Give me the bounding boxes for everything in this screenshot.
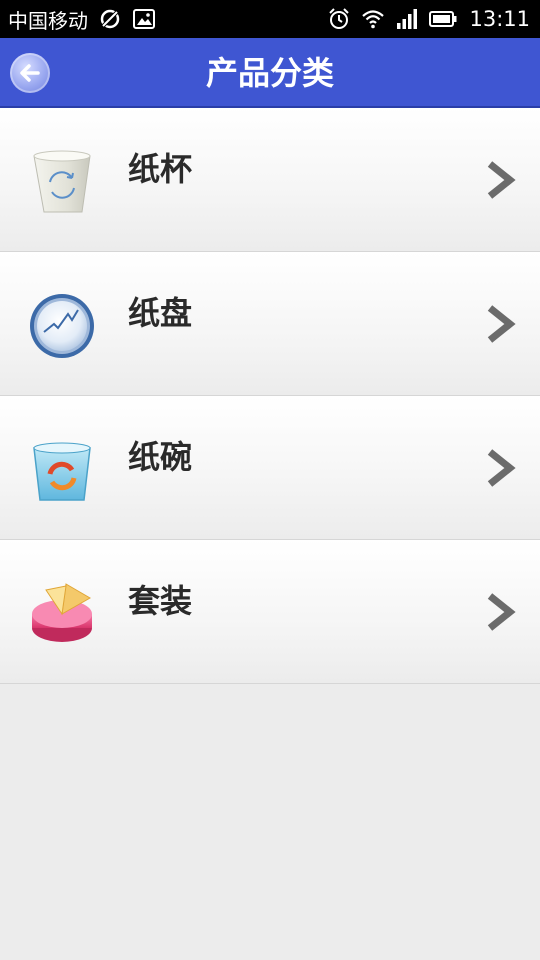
- paper-bowl-icon: [33, 442, 91, 501]
- category-list: 纸杯 纸盘 纸碗 套装: [0, 108, 540, 684]
- set-icon: [32, 583, 92, 642]
- status-right: 13:11: [327, 7, 530, 31]
- sync-icon: [100, 9, 120, 29]
- list-item-label: 套装: [128, 582, 193, 620]
- image-notification-icon: [133, 9, 155, 29]
- list-item-label: 纸盘: [128, 294, 193, 332]
- chevron-right-icon: [487, 305, 516, 343]
- page-title: 产品分类: [205, 54, 334, 92]
- arrow-left-icon: [20, 64, 40, 82]
- chevron-right-icon: [487, 593, 516, 631]
- signal-icon: [397, 9, 418, 29]
- list-item-set[interactable]: 套装: [0, 540, 540, 684]
- back-button[interactable]: [10, 53, 50, 93]
- status-bar: 中国移动 13:11: [0, 0, 540, 38]
- chevron-right-icon: [487, 161, 516, 199]
- battery-icon: [429, 11, 457, 27]
- list-item-label: 纸碗: [128, 438, 193, 476]
- list-item-label: 纸杯: [128, 150, 193, 188]
- clock: 13:11: [469, 7, 530, 31]
- list-item-paper-cup[interactable]: 纸杯: [0, 108, 540, 252]
- title-bar: 产品分类: [0, 38, 540, 108]
- chevron-right-icon: [487, 449, 516, 487]
- list-item-paper-bowl[interactable]: 纸碗: [0, 396, 540, 540]
- paper-plate-icon: [30, 294, 94, 358]
- wifi-icon: [362, 10, 385, 29]
- status-left: 中国移动: [8, 5, 156, 34]
- alarm-icon: [329, 8, 350, 29]
- paper-cup-icon: [33, 150, 91, 213]
- carrier-name: 中国移动: [8, 8, 88, 33]
- list-item-paper-plate[interactable]: 纸盘: [0, 252, 540, 396]
